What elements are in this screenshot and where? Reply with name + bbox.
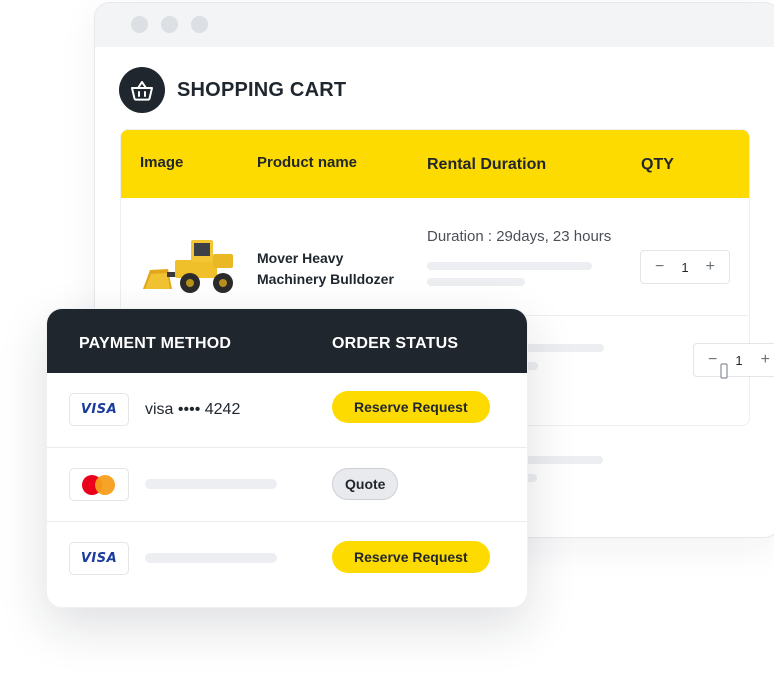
- placeholder-line: [526, 344, 604, 352]
- quantity-value: 1: [735, 352, 743, 368]
- column-header-payment-method: PAYMENT METHOD: [79, 335, 232, 352]
- table-row: Mover Heavy Machinery Bulldozer Duration…: [121, 198, 749, 316]
- column-header-order-status: ORDER STATUS: [332, 335, 459, 352]
- minus-icon[interactable]: −: [708, 351, 717, 369]
- cursor-icon: [720, 363, 728, 379]
- basket-icon: [119, 67, 165, 113]
- column-header-qty: QTY: [641, 156, 674, 173]
- payment-row: Quote: [47, 447, 527, 522]
- plus-icon[interactable]: +: [706, 258, 715, 276]
- bulldozer-image: [143, 240, 233, 293]
- visa-icon: VISA: [69, 393, 129, 426]
- placeholder-line: [145, 553, 277, 563]
- minus-icon[interactable]: −: [655, 258, 664, 276]
- placeholder-line: [427, 278, 525, 286]
- window-dot-minimize[interactable]: [161, 16, 178, 33]
- rental-duration: Duration : 29days, 23 hours: [427, 228, 612, 245]
- payment-table-header: PAYMENT METHOD ORDER STATUS: [47, 309, 527, 373]
- cart-table-header: Image Product name Rental Duration QTY: [121, 130, 749, 198]
- card-number: visa •••• 4242: [145, 401, 241, 418]
- product-name: Mover Heavy Machinery Bulldozer: [257, 250, 394, 287]
- visa-icon: VISA: [69, 542, 129, 575]
- cart-header: SHOPPING CART: [119, 67, 346, 113]
- page-title: SHOPPING CART: [177, 78, 347, 101]
- column-header-rental-duration: Rental Duration: [427, 156, 547, 173]
- quantity-stepper[interactable]: − 1 +: [693, 343, 774, 377]
- payment-card: PAYMENT METHOD ORDER STATUS VISA visa ••…: [46, 308, 528, 608]
- mastercard-icon: [69, 468, 129, 501]
- reserve-request-button[interactable]: Reserve Request: [332, 541, 490, 573]
- column-header-image: Image: [140, 154, 184, 171]
- placeholder-line: [427, 262, 592, 270]
- placeholder-line: [145, 479, 277, 489]
- payment-row: VISA visa •••• 4242 Reserve Request: [47, 373, 527, 448]
- placeholder-line: [525, 456, 603, 464]
- plus-icon[interactable]: +: [761, 351, 770, 369]
- window-dot-maximize[interactable]: [191, 16, 208, 33]
- reserve-request-button[interactable]: Reserve Request: [332, 391, 490, 423]
- quote-button[interactable]: Quote: [332, 468, 399, 500]
- window-dot-close[interactable]: [131, 16, 148, 33]
- payment-row: VISA Reserve Request: [47, 521, 527, 595]
- quantity-value: 1: [681, 259, 689, 275]
- quantity-stepper[interactable]: − 1 +: [640, 250, 730, 284]
- window-titlebar: [95, 3, 774, 47]
- column-header-product-name: Product name: [257, 154, 358, 171]
